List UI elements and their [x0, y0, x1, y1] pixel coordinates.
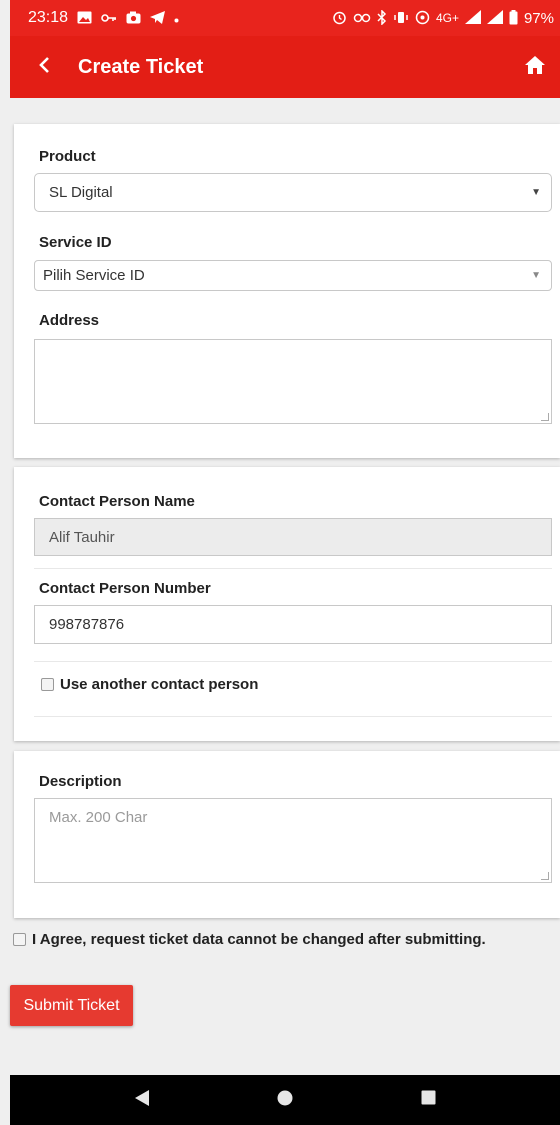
agree-label: I Agree, request ticket data cannot be c… [32, 931, 486, 948]
resize-grip-icon[interactable] [541, 872, 549, 880]
battery-percent: 97% [523, 9, 554, 27]
product-select[interactable]: SL Digital ▼ [34, 173, 552, 212]
hotspot-icon [415, 10, 430, 27]
resize-grip-icon[interactable] [541, 413, 549, 421]
caret-down-icon: ▼ [531, 270, 541, 281]
divider [34, 716, 552, 717]
caret-down-icon: ▼ [531, 187, 541, 198]
address-label: Address [39, 312, 100, 329]
home-circle-icon [277, 1090, 293, 1111]
status-bar: 23:18 4G+ 97% [10, 0, 560, 36]
dot-icon [174, 11, 179, 25]
contact-number-label: Contact Person Number [39, 580, 211, 597]
description-label: Description [39, 773, 122, 790]
nav-back-button[interactable] [122, 1080, 162, 1120]
network-type: 4G+ [435, 11, 459, 25]
app-bar: Create Ticket [10, 36, 560, 98]
chevron-left-icon [38, 56, 50, 79]
contact-name-field[interactable]: Alif Tauhir [34, 518, 552, 556]
agree-checkbox[interactable]: I Agree, request ticket data cannot be c… [13, 931, 486, 948]
service-id-value: Pilih Service ID [43, 267, 145, 284]
product-card: Product SL Digital ▼ Service ID Pilih Se… [14, 124, 560, 458]
product-value: SL Digital [49, 184, 113, 201]
vibrate-icon [393, 11, 409, 26]
bluetooth-icon [377, 8, 387, 27]
telegram-icon [150, 10, 166, 26]
key-icon [101, 11, 117, 25]
description-placeholder: Max. 200 Char [49, 809, 148, 826]
home-icon [524, 55, 546, 80]
status-right: 4G+ 97% [332, 8, 554, 27]
submit-ticket-button[interactable]: Submit Ticket [10, 985, 133, 1026]
use-another-contact-label: Use another contact person [60, 676, 259, 693]
vpn-key-icon [353, 11, 371, 25]
contact-number-field[interactable]: 998787876 [34, 605, 552, 644]
battery-icon [509, 9, 518, 27]
page-title: Create Ticket [78, 55, 204, 78]
description-card: Description Max. 200 Char [14, 751, 560, 918]
divider [34, 661, 552, 662]
contact-name-label: Contact Person Name [39, 493, 195, 510]
divider [34, 568, 552, 569]
contact-name-value: Alif Tauhir [49, 528, 115, 546]
camera-icon [126, 11, 141, 26]
status-left: 23:18 [28, 9, 179, 27]
product-label: Product [39, 148, 96, 165]
description-textarea[interactable]: Max. 200 Char [34, 798, 552, 883]
alarm-icon [332, 10, 347, 27]
recents-square-icon [421, 1090, 436, 1110]
signal-icon [464, 10, 481, 26]
contact-number-value: 998787876 [49, 616, 125, 633]
image-icon [77, 11, 92, 26]
back-button[interactable] [10, 36, 78, 98]
checkbox-icon[interactable] [41, 678, 54, 691]
system-nav-bar [10, 1075, 560, 1125]
status-time: 23:18 [28, 9, 69, 26]
nav-home-button[interactable] [265, 1080, 305, 1120]
signal-icon [486, 10, 503, 26]
use-another-contact-checkbox[interactable]: Use another contact person [41, 676, 258, 693]
nav-recents-button[interactable] [408, 1080, 448, 1120]
service-id-select[interactable]: Pilih Service ID ▼ [34, 260, 552, 291]
address-textarea[interactable] [34, 339, 552, 424]
checkbox-icon[interactable] [13, 933, 26, 946]
service-id-label: Service ID [39, 234, 112, 251]
back-triangle-icon [134, 1089, 150, 1112]
contact-card: Contact Person Name Alif Tauhir Contact … [14, 467, 560, 741]
home-button[interactable] [510, 36, 560, 98]
